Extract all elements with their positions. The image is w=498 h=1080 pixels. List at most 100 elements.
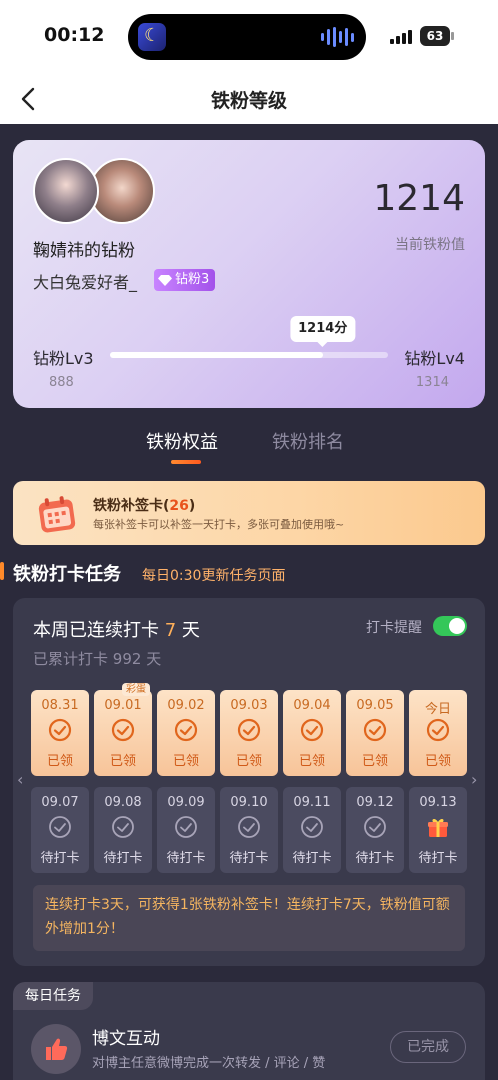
section-accent-bar [0,562,4,580]
progress-tooltip: 1214分 [290,316,356,347]
daily-task-tag: 每日任务 [13,982,93,1010]
current-level-label: 钻粉Lv3 [33,349,94,368]
check-circle-icon [49,816,71,838]
easter-egg-tag: 彩蛋 [122,683,150,696]
checkin-day-date: 08.31 [41,698,79,713]
level-badge-label: 钻粉3 [175,272,210,287]
checkin-day-status: 待打卡 [355,851,395,866]
checkin-remind-toggle[interactable] [433,616,467,636]
checkin-day-status: 已领 [46,754,73,769]
checkin-day-claimed[interactable]: 09.01 已领 彩蛋 [94,683,152,776]
next-level-min: 1314 [415,375,449,390]
tab-active-indicator [171,460,201,464]
checkin-day-date: 09.08 [104,795,142,810]
checkin-day-pending[interactable]: 09.07 待打卡 [31,787,89,873]
check-circle-icon [426,718,450,742]
checkin-day-status: 待打卡 [418,851,458,866]
supplement-card-desc: 每张补签卡可以补签一天打卡，多张可叠加使用哦~ [93,518,345,531]
daily-task-card: 每日任务 博文互动 对博主任意微博完成一次转发 / 评论 / 赞 已完成 [13,982,485,1080]
level-progress-fill [110,352,323,358]
checkin-day-date: 09.12 [356,795,394,810]
checkin-day-pending[interactable]: 09.13 待打卡 [409,787,467,873]
check-circle-icon [238,816,260,838]
checkin-day-claimed[interactable]: 今日 已领 [409,690,467,776]
task-done-button[interactable]: 已完成 [390,1031,466,1063]
checkin-remind-label: 打卡提醒 [366,620,422,636]
checkin-day-claimed[interactable]: 08.31 已领 [31,690,89,776]
thumbs-up-icon [46,1038,68,1060]
avatar-fan[interactable] [33,158,99,224]
checkin-day-date: 09.07 [41,795,79,810]
checkin-card: 本周已连续打卡 7 天 已累计打卡 992 天 打卡提醒 08.31 已领 09.0… [13,598,485,966]
task-icon-wrap [31,1024,81,1074]
checkin-day-status: 待打卡 [103,851,143,866]
total-checkin-text: 已累计打卡 992 天 [33,648,161,669]
task-desc: 对博主任意微博完成一次转发 / 评论 / 赞 [92,1056,326,1071]
checkin-day-date: 09.13 [419,795,457,810]
checkin-day-status: 待打卡 [292,851,332,866]
section-subtitle: 每日0:30更新任务页面 [142,568,286,584]
chevron-left-icon[interactable]: ‹ [17,770,23,789]
checkin-day-date: 09.03 [230,698,268,713]
checkin-day-status: 已领 [235,754,262,769]
level-progress-bar [110,352,388,358]
diamond-icon [158,274,172,286]
supplement-title-prefix: 铁粉补签卡( [93,498,170,514]
supplement-card-title: 铁粉补签卡(26) [93,495,195,515]
check-circle-icon [363,718,387,742]
status-time: 00:12 [44,24,105,46]
fan-score-label: 当前铁粉值 [395,237,465,253]
checkin-day-date: 09.05 [356,698,394,713]
streak-prefix: 本周已连续打卡 [33,620,159,641]
checkin-day-status: 已领 [298,754,325,769]
streak-suffix: 天 [181,620,200,641]
streak-text: 本周已连续打卡 7 天 [33,616,200,642]
checkin-day-date: 09.02 [167,698,205,713]
check-circle-icon [175,816,197,838]
checkin-day-date: 今日 [424,702,451,717]
check-circle-icon [364,816,386,838]
check-circle-icon [301,816,323,838]
checkin-day-status: 待打卡 [229,851,269,866]
supplement-card-banner[interactable]: 铁粉补签卡(26) 每张补签卡可以补签一天打卡，多张可叠加使用哦~ [13,481,485,545]
check-circle-icon [237,718,261,742]
tab-fan-benefits[interactable]: 铁粉权益 [146,428,218,454]
page-title: 铁粉等级 [210,90,287,112]
total-prefix: 已累计打卡 [33,650,109,668]
streak-days: 7 [164,620,177,641]
status-bar: 00:12 63 [0,0,498,76]
moon-app-icon [138,23,166,51]
checkin-day-status: 待打卡 [40,851,80,866]
checkin-day-pending[interactable]: 09.10 待打卡 [220,787,278,873]
total-days: 992 [112,650,142,668]
checkin-day-claimed[interactable]: 09.05 已领 [346,690,404,776]
battery-icon: 63 [420,26,454,46]
supplement-count: 26 [169,498,189,514]
dynamic-island [128,14,366,60]
checkin-day-pending[interactable]: 09.08 待打卡 [94,787,152,873]
tab-fan-ranking[interactable]: 铁粉排名 [272,428,344,454]
checkin-day-claimed[interactable]: 09.03 已领 [220,690,278,776]
checkin-day-pending[interactable]: 09.11 待打卡 [283,787,341,873]
checkin-day-status: 已领 [424,754,451,769]
checkin-day-pending[interactable]: 09.09 待打卡 [157,787,215,873]
checkin-day-status: 已领 [109,754,136,769]
checkin-day-status: 待打卡 [166,851,206,866]
check-circle-icon [111,718,135,742]
total-suffix: 天 [146,650,162,668]
task-title: 博文互动 [92,1029,160,1049]
checkin-day-date: 09.10 [230,795,268,810]
fan-title: 鞠婧祎的钻粉 [33,241,135,261]
chevron-right-icon[interactable]: › [471,770,477,789]
fan-score: 1214 [373,178,465,219]
nav-bar: 铁粉等级 [0,76,498,124]
checkin-day-pending[interactable]: 09.12 待打卡 [346,787,404,873]
checkin-day-claimed[interactable]: 09.04 已领 [283,690,341,776]
calendar-icon [38,496,76,533]
checkin-day-date: 09.01 [104,698,142,713]
checkin-day-claimed[interactable]: 09.02 已领 [157,690,215,776]
gift-icon [428,818,448,837]
checkin-day-date: 09.04 [293,698,331,713]
profile-card: 鞠婧祎的钻粉 大白兔爱好者_ 钻粉3 1214 当前铁粉值 1214分 钻粉Lv… [13,140,485,408]
checkin-day-status: 已领 [361,754,388,769]
